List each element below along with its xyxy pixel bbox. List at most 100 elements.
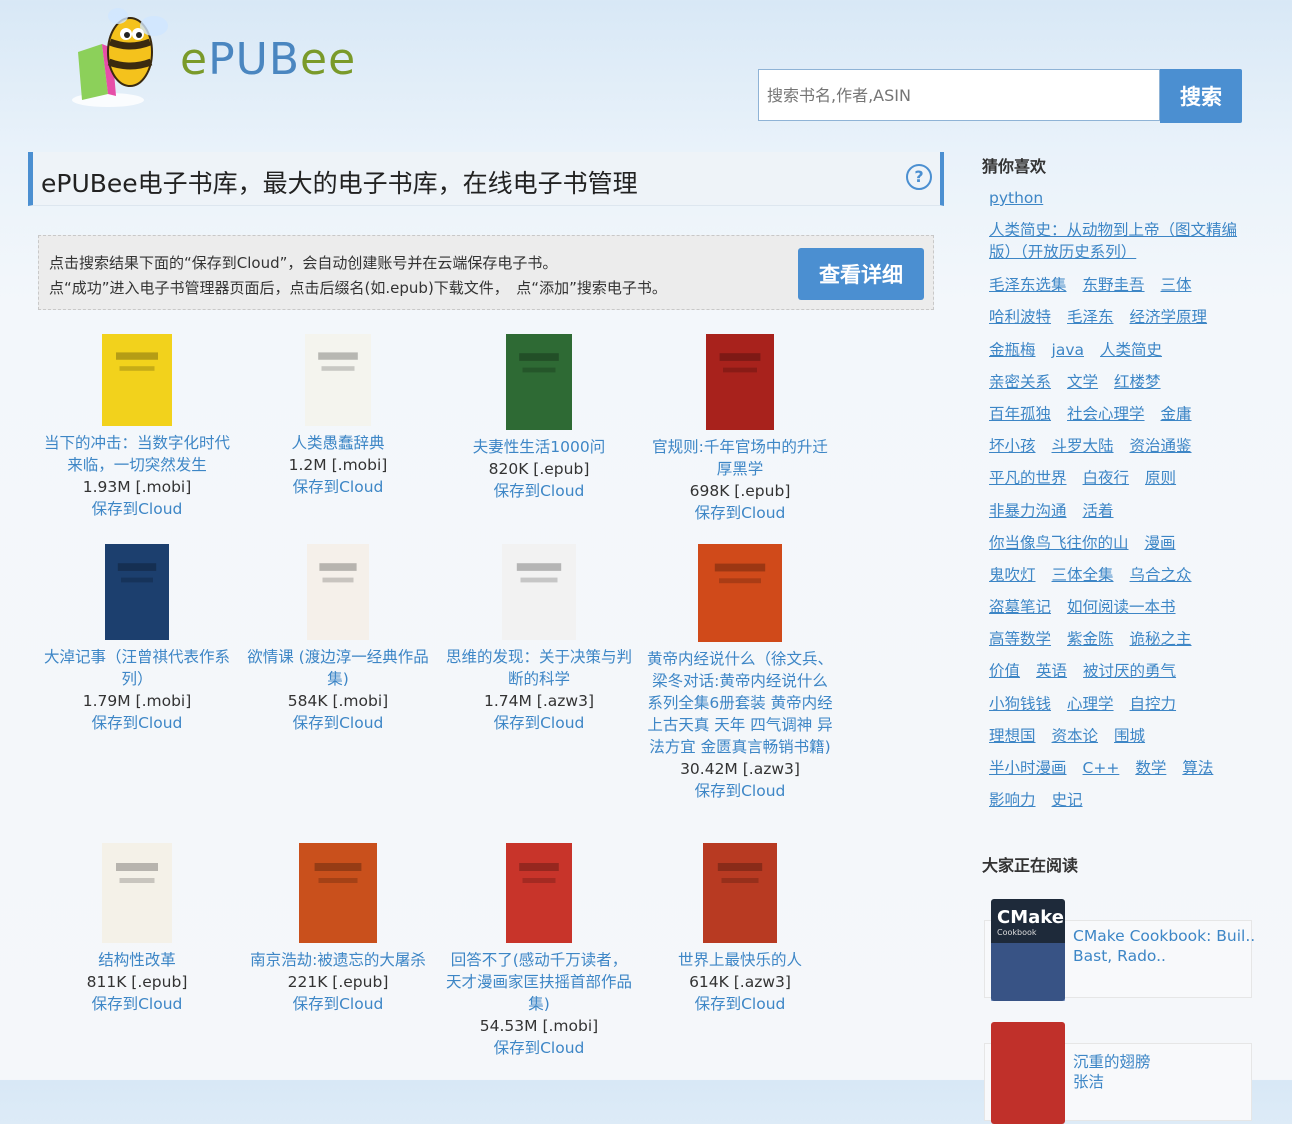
reading-book-cover[interactable]: CMakeCookbook: [991, 899, 1065, 1001]
tag-link[interactable]: 金庸: [1161, 405, 1192, 423]
tag-link[interactable]: 影响力: [989, 791, 1036, 809]
tag-link[interactable]: 被讨厌的勇气: [1083, 662, 1176, 680]
tag-link[interactable]: 东野圭吾: [1083, 276, 1145, 294]
book-cover[interactable]: [105, 544, 169, 640]
tag-link[interactable]: 紫金陈: [1067, 630, 1114, 648]
book-title-link[interactable]: 结构性改革: [42, 949, 232, 971]
tag-link[interactable]: 百年孤独: [989, 405, 1051, 423]
help-icon[interactable]: ?: [906, 164, 932, 190]
tag-link[interactable]: 史记: [1052, 791, 1083, 809]
save-to-cloud-link[interactable]: 保存到Cloud: [645, 993, 835, 1015]
save-to-cloud-link[interactable]: 保存到Cloud: [444, 480, 634, 502]
tag-link[interactable]: 人类简史：从动物到上帝（图文精编版）（开放历史系列）: [989, 221, 1237, 261]
book-cover[interactable]: [305, 334, 371, 426]
tag-link[interactable]: 围城: [1114, 727, 1145, 745]
tag-link[interactable]: 金瓶梅: [989, 341, 1036, 359]
book-cover[interactable]: [703, 843, 777, 943]
search-button[interactable]: 搜索: [1160, 69, 1242, 123]
tag-link[interactable]: 心理学: [1067, 695, 1114, 713]
save-to-cloud-link[interactable]: 保存到Cloud: [243, 476, 433, 498]
book-title-link[interactable]: 回答不了(感动千万读者，天才漫画家匡扶摇首部作品集): [444, 949, 634, 1015]
tag-link[interactable]: 如何阅读一本书: [1067, 598, 1176, 616]
book-cover[interactable]: [502, 544, 576, 640]
save-to-cloud-link[interactable]: 保存到Cloud: [645, 502, 835, 524]
tag-link[interactable]: 三体: [1161, 276, 1192, 294]
tag-link[interactable]: 社会心理学: [1067, 405, 1145, 423]
book-title-link[interactable]: 欲情课 (渡边淳一经典作品集): [243, 646, 433, 690]
book-title-link[interactable]: 当下的冲击：当数字化时代来临，一切突然发生: [42, 432, 232, 476]
tag-link[interactable]: 活着: [1083, 502, 1114, 520]
tag-link[interactable]: 经济学原理: [1130, 308, 1208, 326]
save-to-cloud-link[interactable]: 保存到Cloud: [444, 1037, 634, 1059]
reading-card[interactable]: 沉重的翅膀 张洁: [984, 1022, 1252, 1124]
tag-link[interactable]: 自控力: [1130, 695, 1177, 713]
reading-title[interactable]: 沉重的翅膀: [1073, 1050, 1151, 1072]
tag-link[interactable]: 三体全集: [1052, 566, 1114, 584]
book-title-link[interactable]: 大淖记事（汪曾祺代表作系列）: [42, 646, 232, 690]
tag-link[interactable]: 资治通鉴: [1130, 437, 1192, 455]
book-cover[interactable]: [102, 334, 172, 426]
reading-author[interactable]: Bast, Rado..: [1073, 947, 1166, 965]
tag-link[interactable]: 红楼梦: [1114, 373, 1161, 391]
tag-link[interactable]: 白夜行: [1083, 469, 1130, 487]
save-to-cloud-link[interactable]: 保存到Cloud: [243, 712, 433, 734]
tag-row: 高等数学 紫金陈 诡秘之主: [989, 628, 1259, 660]
tag-link[interactable]: 小狗钱钱: [989, 695, 1051, 713]
tag-link[interactable]: 高等数学: [989, 630, 1051, 648]
reading-card[interactable]: CMake Cookbook CMake Cookbook: Buil.. Bast,…: [984, 899, 1255, 1001]
save-to-cloud-link[interactable]: 保存到Cloud: [243, 993, 433, 1015]
tag-link[interactable]: 鬼吹灯: [989, 566, 1036, 584]
save-to-cloud-link[interactable]: 保存到Cloud: [42, 498, 232, 520]
tag-link[interactable]: 诡秘之主: [1130, 630, 1192, 648]
tag-link[interactable]: 理想国: [989, 727, 1036, 745]
tag-link[interactable]: 亲密关系: [989, 373, 1051, 391]
tag-link[interactable]: 乌合之众: [1130, 566, 1192, 584]
tag-link[interactable]: 英语: [1036, 662, 1067, 680]
book-cover[interactable]: [506, 334, 572, 430]
book-cover[interactable]: [307, 544, 369, 640]
view-details-button[interactable]: 查看详细: [798, 248, 924, 300]
site-logo[interactable]: ePUBee: [68, 4, 358, 108]
book-cover[interactable]: [698, 544, 782, 642]
tag-link[interactable]: 漫画: [1145, 534, 1176, 552]
tag-link[interactable]: 毛泽东选集: [989, 276, 1067, 294]
tag-link[interactable]: 价值: [989, 662, 1020, 680]
book-cover[interactable]: [102, 843, 172, 943]
tag-link[interactable]: C++: [1083, 759, 1120, 777]
tag-link[interactable]: python: [989, 189, 1043, 207]
save-to-cloud-link[interactable]: 保存到Cloud: [42, 712, 232, 734]
book-title-link[interactable]: 夫妻性生活1000问: [444, 436, 634, 458]
tag-link[interactable]: java: [1052, 341, 1084, 359]
tag-link[interactable]: 文学: [1067, 373, 1098, 391]
tag-link[interactable]: 半小时漫画: [989, 759, 1067, 777]
reading-author[interactable]: 张洁: [1073, 1070, 1104, 1092]
book-title-link[interactable]: 南京浩劫:被遗忘的大屠杀: [243, 949, 433, 971]
reading-book-cover[interactable]: [991, 1022, 1065, 1124]
book-title-link[interactable]: 世界上最快乐的人: [645, 949, 835, 971]
book-title-link[interactable]: 人类愚蠢辞典: [243, 432, 433, 454]
tag-link[interactable]: 原则: [1145, 469, 1176, 487]
tag-link[interactable]: 盗墓笔记: [989, 598, 1051, 616]
save-to-cloud-link[interactable]: 保存到Cloud: [444, 712, 634, 734]
save-to-cloud-link[interactable]: 保存到Cloud: [645, 780, 835, 802]
search-input[interactable]: [758, 69, 1160, 121]
tag-link[interactable]: 非暴力沟通: [989, 502, 1067, 520]
tag-link[interactable]: 数学: [1135, 759, 1166, 777]
reading-title[interactable]: CMake Cookbook: Buil..: [1073, 927, 1255, 945]
save-to-cloud-link[interactable]: 保存到Cloud: [42, 993, 232, 1015]
book-title-link[interactable]: 思维的发现：关于决策与判断的科学: [444, 646, 634, 690]
tag-link[interactable]: 斗罗大陆: [1052, 437, 1114, 455]
book-title-link[interactable]: 黄帝内经说什么（徐文兵、梁冬对话:黄帝内经说什么系列全集6册套装 黄帝内经上古天…: [645, 648, 835, 758]
tag-link[interactable]: 算法: [1182, 759, 1213, 777]
tag-link[interactable]: 人类简史: [1100, 341, 1162, 359]
book-cover[interactable]: [299, 843, 377, 943]
tag-link[interactable]: 哈利波特: [989, 308, 1051, 326]
tag-link[interactable]: 毛泽东: [1067, 308, 1114, 326]
book-cover[interactable]: [706, 334, 774, 430]
tag-link[interactable]: 坏小孩: [989, 437, 1036, 455]
book-title-link[interactable]: 官规则:千年官场中的升迁厚黑学: [645, 436, 835, 480]
tag-link[interactable]: 你当像鸟飞往你的山: [989, 534, 1129, 552]
tag-link[interactable]: 平凡的世界: [989, 469, 1067, 487]
book-cover[interactable]: [506, 843, 572, 943]
tag-link[interactable]: 资本论: [1052, 727, 1099, 745]
